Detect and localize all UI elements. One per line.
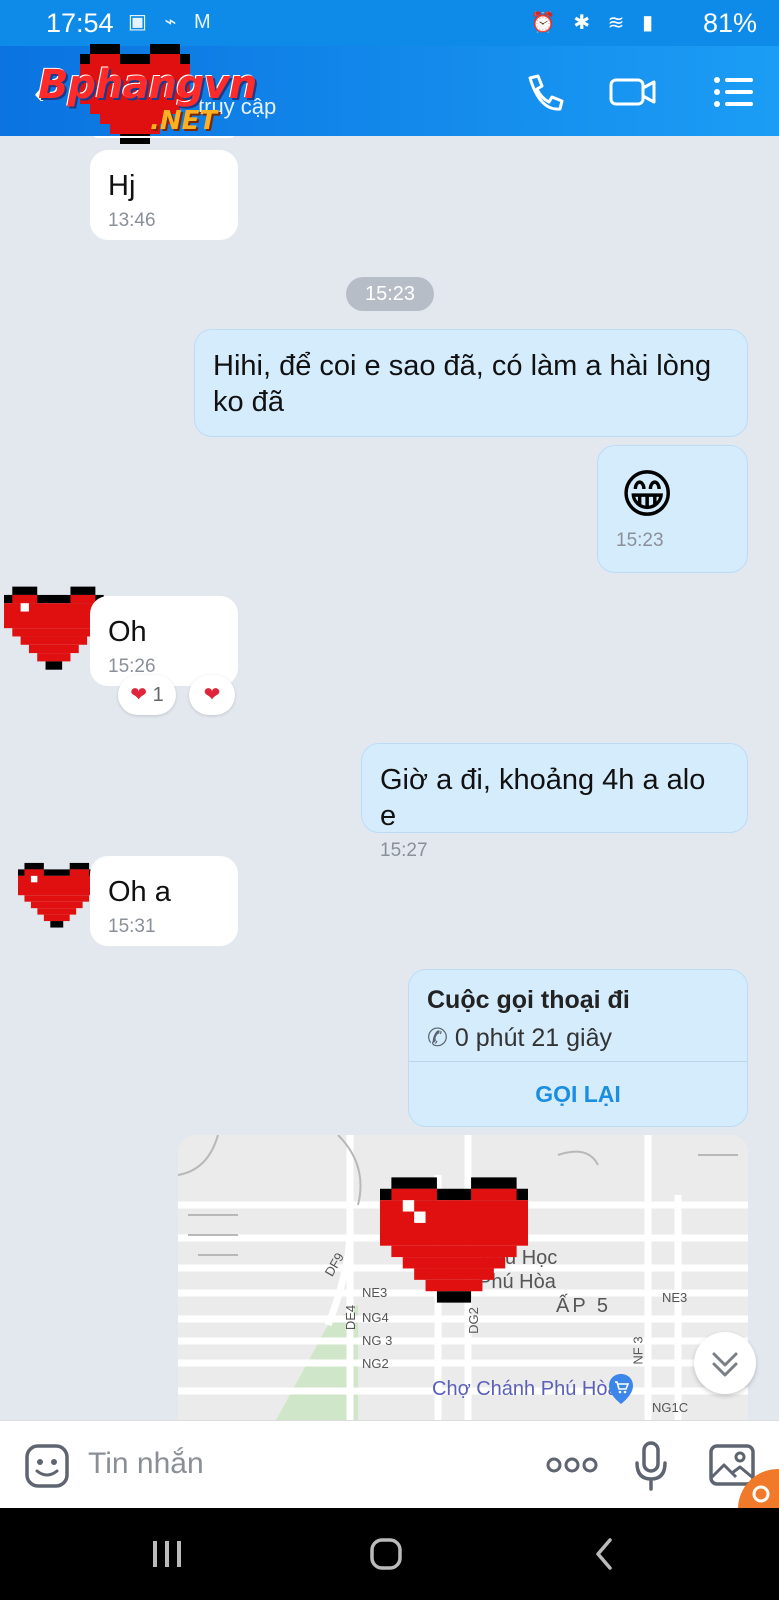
pixel-heart-location-marker-icon bbox=[380, 1177, 528, 1303]
add-heart-reaction-icon[interactable]: ❤ bbox=[189, 675, 235, 715]
video-call-icon[interactable] bbox=[608, 72, 658, 112]
phone-call-icon[interactable] bbox=[522, 72, 566, 112]
more-options-icon[interactable] bbox=[546, 1455, 598, 1475]
message-bubble-incoming[interactable]: Hj 13:46 bbox=[90, 150, 238, 240]
message-text: Hj bbox=[108, 170, 136, 202]
message-text: Oh a bbox=[108, 876, 171, 908]
sticker-emoji-icon[interactable] bbox=[24, 1443, 70, 1489]
home-icon[interactable] bbox=[368, 1536, 404, 1572]
message-text: Giờ a đi, khoảng 4h a alo e bbox=[380, 764, 706, 832]
message-bubble-partial bbox=[90, 136, 238, 138]
double-chevron-down-icon bbox=[712, 1352, 738, 1377]
map-label: NF 3 bbox=[630, 1336, 646, 1365]
voice-call-card: Cuộc gọi thoại đi ✆ 0 phút 21 giây GỌI L… bbox=[408, 969, 748, 1127]
system-icons: ⏰ ✱ ≋ ▮ bbox=[530, 12, 659, 34]
heart-icon: ❤ bbox=[130, 684, 148, 706]
chat-header: ‹ truy cập Bphangvn .NET bbox=[0, 44, 779, 144]
system-navigation-bar bbox=[0, 1508, 779, 1600]
message-input-field[interactable]: Tin nhắn bbox=[88, 1447, 204, 1481]
back-nav-icon[interactable] bbox=[592, 1536, 616, 1572]
location-map[interactable]: Tiểu Học Phú Hòa ẤP 5 NE3 NE3 NG4 NG 3 N… bbox=[178, 1135, 748, 1420]
map-label: ẤP 5 bbox=[556, 1295, 611, 1317]
battery-level: 81% bbox=[702, 8, 757, 38]
shopping-cart-pin-icon bbox=[609, 1374, 633, 1404]
reaction-count: 1 bbox=[152, 684, 164, 706]
message-time: 15:23 bbox=[616, 530, 664, 551]
menu-list-icon[interactable] bbox=[712, 72, 756, 112]
message-input-bar: Tin nhắn bbox=[0, 1420, 779, 1509]
microphone-icon[interactable] bbox=[634, 1441, 668, 1491]
map-label: NE3 bbox=[662, 1290, 688, 1305]
message-bubble-incoming[interactable]: Oh 15:26 bbox=[90, 596, 238, 686]
message-bubble-outgoing[interactable]: Giờ a đi, khoảng 4h a alo e 15:27 bbox=[361, 743, 748, 861]
time-divider: 15:23 bbox=[346, 277, 434, 311]
map-label: NG2 bbox=[362, 1356, 389, 1371]
map-label: DE4 bbox=[343, 1304, 359, 1331]
outgoing-call-icon: ✆ bbox=[427, 1024, 448, 1052]
message-bubble-incoming[interactable]: Oh a 15:31 bbox=[90, 856, 238, 946]
message-bubble-outgoing[interactable]: Hihi, để coi e sao đã, có làm a hài lòng… bbox=[194, 329, 748, 437]
message-bubble-outgoing-emoji[interactable]: 😁 15:23 bbox=[597, 445, 748, 573]
watermark-logo: Bphangvn bbox=[38, 62, 257, 108]
market-label: Chợ Chánh Phú Hòa bbox=[432, 1378, 619, 1400]
scroll-to-bottom-button[interactable] bbox=[694, 1332, 756, 1394]
floating-bubble-icon[interactable] bbox=[736, 1467, 779, 1509]
map-label: NG1C bbox=[652, 1400, 689, 1415]
map-label: NG4 bbox=[362, 1310, 389, 1325]
message-text: Hihi, để coi e sao đã, có làm a hài lòng… bbox=[213, 350, 712, 418]
call-title: Cuộc gọi thoại đi bbox=[427, 986, 630, 1014]
message-time: 15:27 bbox=[380, 840, 428, 861]
watermark-logo-sub: .NET bbox=[150, 106, 218, 136]
call-duration: 0 phút 21 giây bbox=[454, 1024, 612, 1052]
grinning-emoji: 😁 bbox=[620, 466, 675, 524]
map-label: DG2 bbox=[465, 1307, 481, 1334]
message-time: 15:31 bbox=[108, 916, 156, 937]
reaction-count-badge[interactable]: ❤ 1 bbox=[118, 675, 176, 715]
message-time: 13:46 bbox=[108, 210, 156, 231]
message-text: Oh bbox=[108, 616, 147, 648]
call-duration-row: ✆ 0 phút 21 giây bbox=[427, 1023, 729, 1053]
recent-apps-icon[interactable] bbox=[150, 1538, 184, 1570]
call-back-button[interactable]: GỌI LẠI bbox=[409, 1061, 747, 1126]
map-label: NG 3 bbox=[362, 1333, 393, 1348]
chat-area[interactable]: Hj 13:46 15:23 Hihi, để coi e sao đã, có… bbox=[0, 136, 779, 1420]
